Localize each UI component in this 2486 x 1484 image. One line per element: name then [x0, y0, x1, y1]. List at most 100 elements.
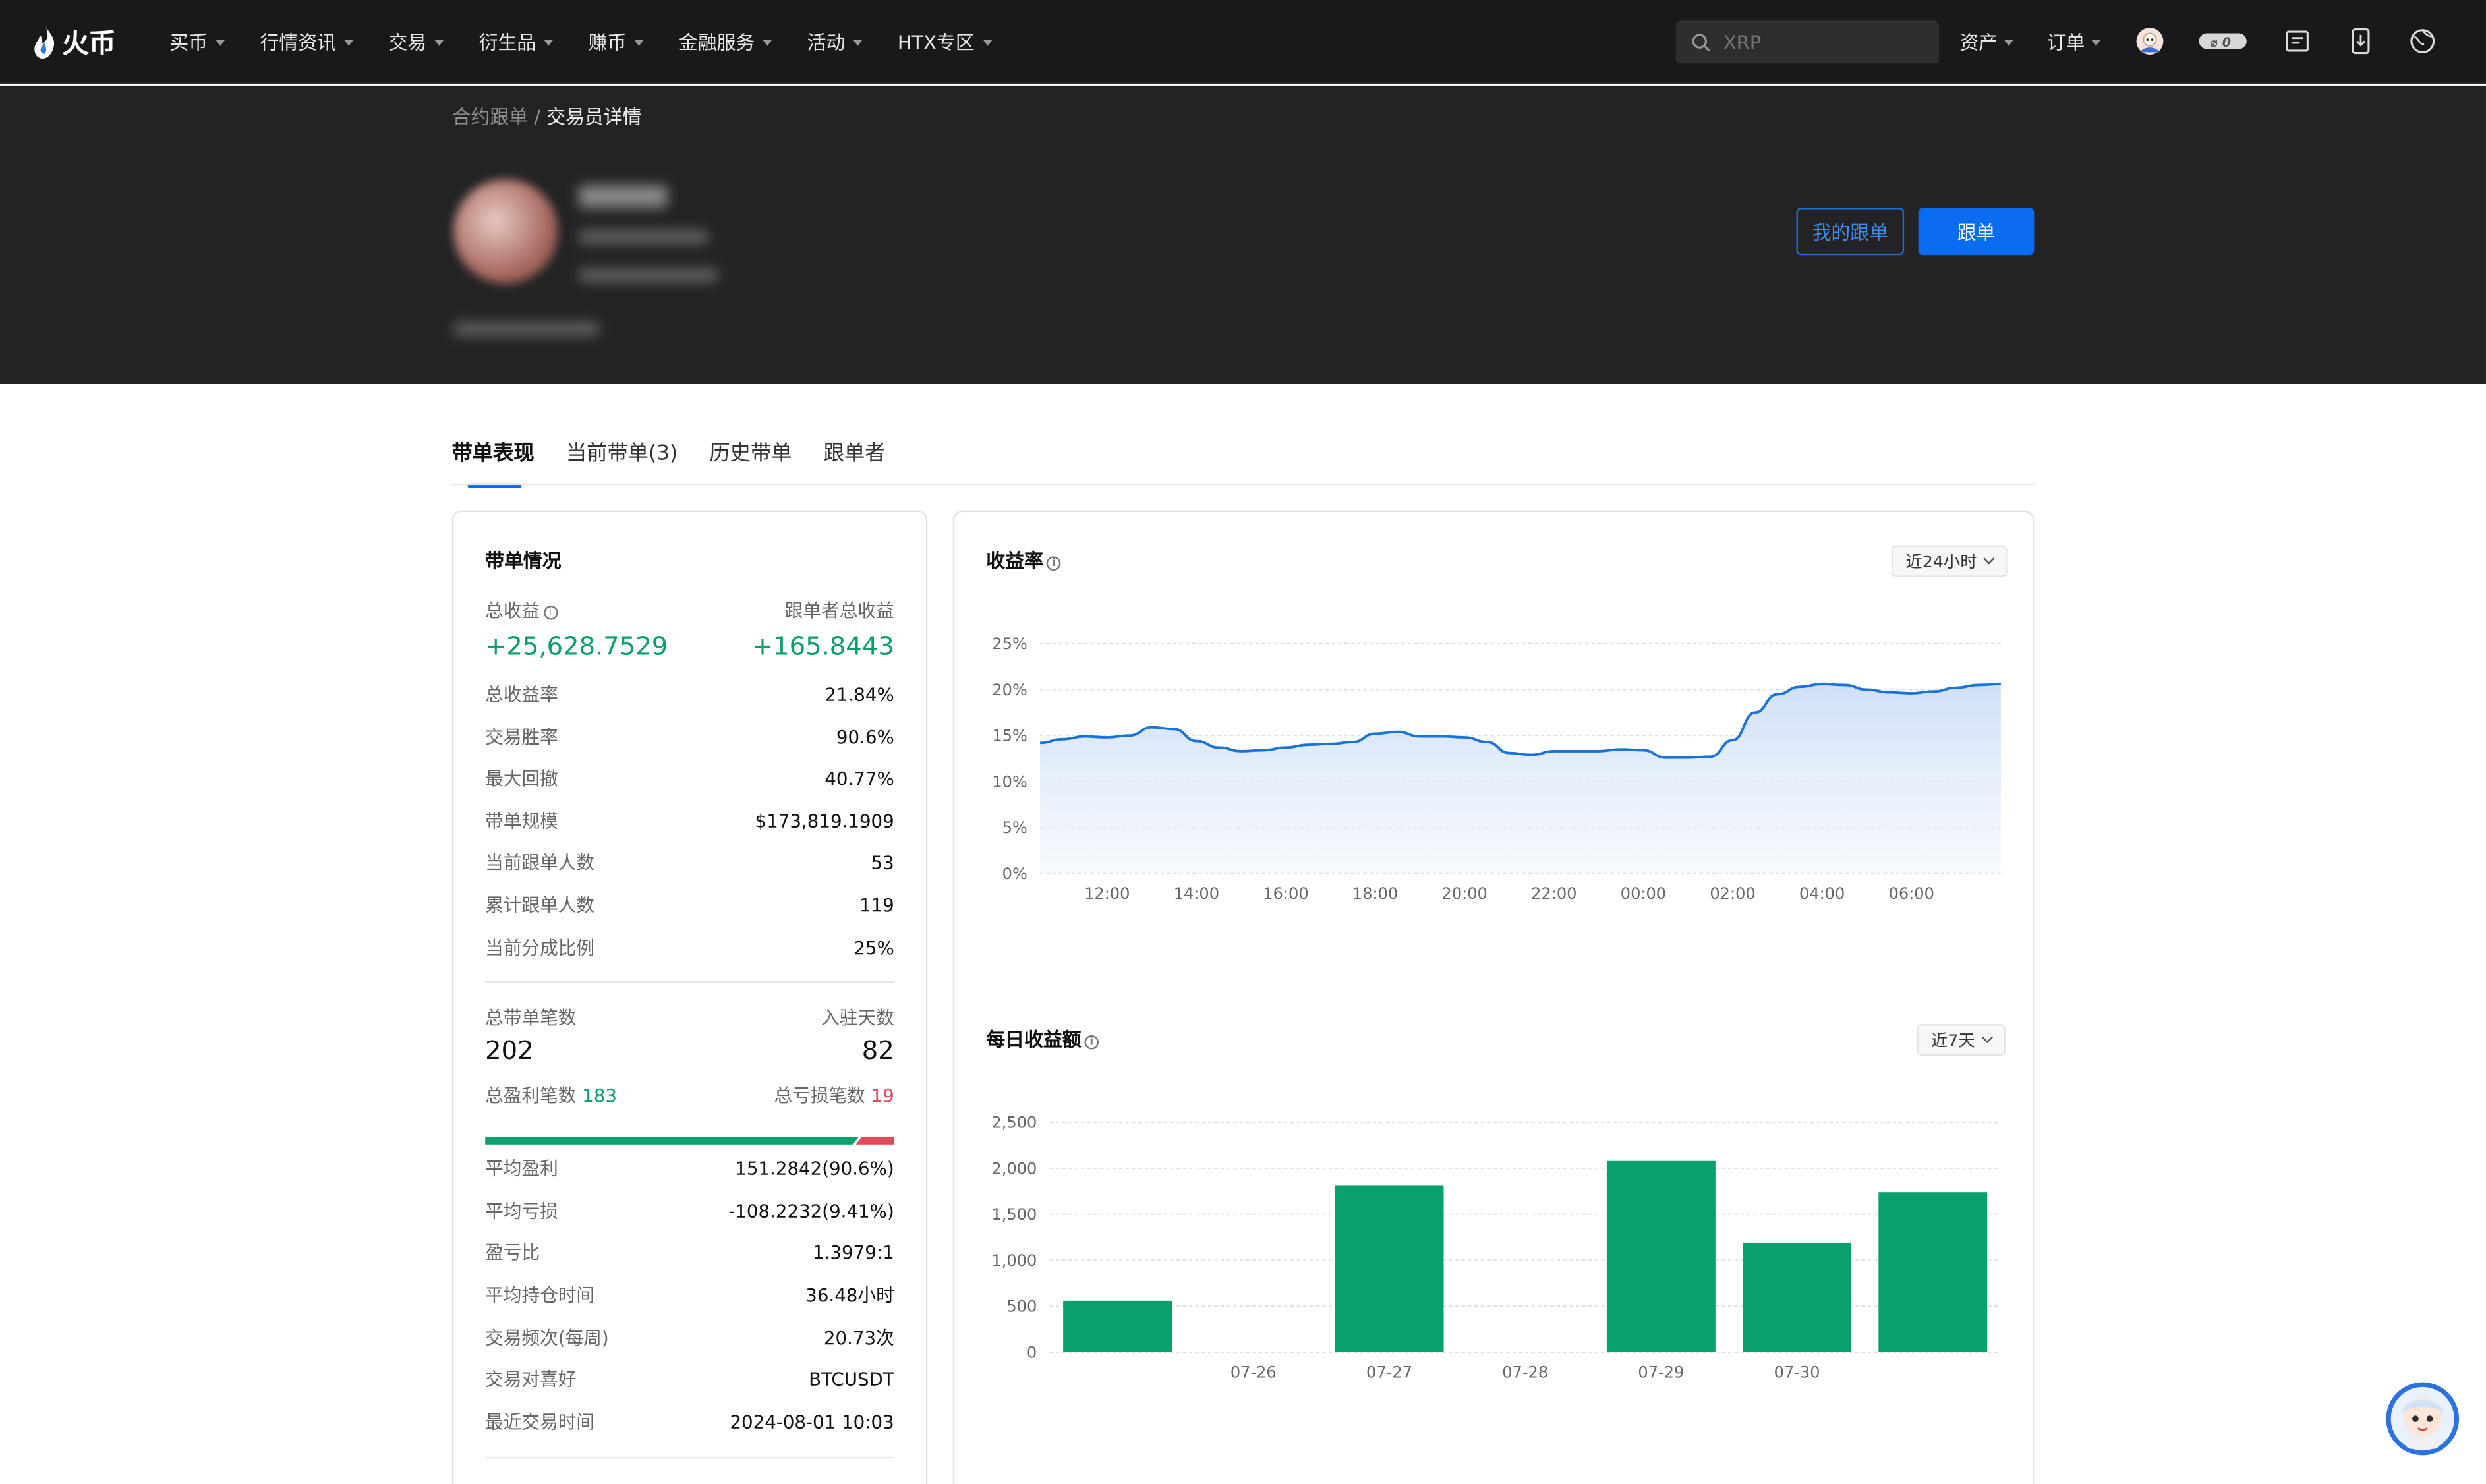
orders-values-row: 202 82 — [485, 1033, 894, 1065]
tab-followers[interactable]: 跟单者 — [824, 436, 886, 486]
menu-item-derivatives[interactable]: 衍生品 — [479, 28, 554, 55]
stat-row: 累计跟单人数 119 — [485, 892, 894, 917]
profit-labels-row: 总收益 i 跟单者总收益 — [485, 598, 894, 623]
loss-count: 总亏损笔数 19 — [774, 1083, 894, 1108]
daily-profit-title: 每日收益额 i — [986, 1025, 1099, 1052]
stat-row: 总收益率 21.84% — [485, 681, 894, 706]
x-tick-label: 00:00 — [1621, 884, 1666, 903]
daily-profit-bar — [1743, 1242, 1852, 1352]
y-tick-label: 0% — [1002, 865, 1027, 883]
menu-item-activities[interactable]: 活动 — [807, 28, 863, 55]
trader-name-blurred — [579, 185, 668, 208]
menu-item-earn[interactable]: 赚币 — [589, 28, 644, 55]
stat-value: BTCUSDT — [809, 1368, 894, 1390]
info-icon[interactable]: i — [1046, 556, 1061, 571]
loss-count-label: 总亏损笔数 — [774, 1084, 865, 1107]
stat-label: 平均持仓时间 — [485, 1284, 595, 1307]
win-loss-row: 总盈利笔数 183 总亏损笔数 19 — [485, 1083, 894, 1108]
x-tick-label: 04:00 — [1799, 884, 1845, 903]
x-tick-label: 16:00 — [1263, 884, 1308, 903]
caret-down-icon — [634, 40, 644, 46]
x-tick-label: 14:00 — [1174, 884, 1219, 903]
y-tick-label: 0 — [1027, 1343, 1037, 1361]
menu-item-finance[interactable]: 金融服务 — [679, 28, 772, 55]
trader-avatar — [453, 179, 558, 284]
yield-period-select[interactable]: 近24小时 — [1891, 545, 2008, 577]
stat-value: 2024-08-01 10:03 — [730, 1410, 894, 1433]
y-tick-label: 500 — [1006, 1298, 1037, 1316]
daily-period-select[interactable]: 近7天 — [1917, 1024, 2006, 1056]
stat-value: 119 — [859, 894, 894, 917]
caret-down-icon — [2091, 40, 2101, 46]
search-input[interactable] — [1723, 30, 1914, 53]
orders-menu[interactable]: 订单 — [2047, 28, 2101, 55]
daily-profit-bar — [1878, 1192, 1988, 1352]
breadcrumb-parent[interactable]: 合约跟单 — [452, 106, 529, 128]
days-value: 82 — [861, 1034, 894, 1065]
stat-label: 盈亏比 — [485, 1241, 540, 1264]
logo[interactable]: 火币 — [32, 20, 116, 61]
svg-text:⌀ 0: ⌀ 0 — [2210, 35, 2231, 50]
y-tick-label: 15% — [992, 727, 1027, 745]
loss-count-value: 19 — [871, 1084, 894, 1107]
stat-value: -108.2232(9.41%) — [728, 1200, 894, 1222]
menu-item-trade[interactable]: 交易 — [388, 28, 444, 55]
support-mascot-icon — [2390, 1386, 2454, 1451]
assets-menu[interactable]: 资产 — [1959, 28, 2014, 55]
menu-item-buy-crypto[interactable]: 买币 — [169, 28, 225, 55]
search-box[interactable] — [1675, 20, 1940, 64]
copy-trade-button[interactable]: 跟单 — [1918, 208, 2035, 256]
download-app-icon[interactable] — [2346, 27, 2375, 55]
yield-line-chart: 0% 5% 10% 15% 20% 25% 12:00 14:00 16:00 18:00 20:0… — [992, 635, 2001, 903]
tab-history-orders[interactable]: 历史带单 — [709, 436, 792, 486]
menu-label: HTX专区 — [897, 32, 975, 54]
breadcrumb-current: 交易员详情 — [546, 106, 642, 128]
menu-label: 行情资讯 — [260, 32, 337, 54]
breadcrumb: 合约跟单 / 交易员详情 — [452, 103, 642, 130]
orders-labels-row: 总带单笔数 入驻天数 — [485, 1005, 894, 1030]
menu-item-markets[interactable]: 行情资讯 — [260, 28, 354, 55]
language-globe-icon[interactable] — [2408, 27, 2437, 55]
stat-row: 交易频次(每周) 20.73次 — [485, 1325, 894, 1350]
assets-label: 资产 — [1959, 32, 1998, 54]
customer-support-button[interactable] — [2386, 1382, 2460, 1456]
tab-current-orders[interactable]: 当前带单(3) — [566, 436, 678, 486]
stat-row: 平均盈利 151.2842(90.6%) — [485, 1156, 894, 1181]
menu-item-htx-zone[interactable]: HTX专区 — [897, 28, 993, 55]
daily-period-value: 近7天 — [1931, 1031, 1975, 1050]
vip-badge-icon[interactable]: ⌀ 0 — [2197, 27, 2248, 55]
stat-label: 当前跟单人数 — [485, 851, 595, 874]
caret-down-icon — [763, 40, 772, 46]
y-tick-label: 2,000 — [991, 1159, 1037, 1178]
stat-row: 最大回撤 40.77% — [485, 766, 894, 791]
card-title: 带单情况 — [485, 550, 562, 573]
y-tick-label: 10% — [992, 772, 1027, 791]
win-count-label: 总盈利笔数 — [485, 1084, 577, 1107]
menu-label: 衍生品 — [478, 32, 536, 54]
info-icon[interactable]: i — [542, 605, 558, 620]
yield-area-fill — [1040, 684, 2001, 874]
x-tick-label: 22:00 — [1531, 884, 1576, 903]
x-tick-label: 18:00 — [1352, 884, 1398, 903]
yield-title-text: 收益率 — [986, 550, 1043, 573]
logo-text: 火币 — [61, 28, 116, 61]
chevron-down-icon — [1981, 1031, 1993, 1043]
x-tick-label: 12:00 — [1084, 884, 1130, 903]
info-icon[interactable]: i — [1084, 1035, 1099, 1050]
stat-row: 最近交易时间 2024-08-01 10:03 — [485, 1410, 894, 1435]
announcement-icon[interactable] — [2283, 27, 2311, 55]
total-profit-value: +25,628.7529 — [485, 630, 668, 660]
total-profit-label-text: 总收益 — [485, 599, 540, 621]
tab-performance[interactable]: 带单表现 — [452, 436, 535, 488]
divider — [485, 1456, 894, 1459]
stat-label: 带单规模 — [485, 810, 558, 832]
stat-label: 交易对喜好 — [485, 1368, 577, 1390]
user-avatar-icon[interactable] — [2135, 27, 2164, 55]
total-profit-label: 总收益 i — [485, 598, 558, 623]
y-tick-label: 25% — [992, 635, 1027, 653]
stat-value: $173,819.1909 — [755, 810, 894, 832]
x-tick-label: 07-27 — [1366, 1363, 1412, 1381]
my-copy-trading-button[interactable]: 我的跟单 — [1796, 208, 1905, 256]
win-loss-bar — [485, 1121, 894, 1145]
caret-down-icon — [544, 40, 554, 46]
